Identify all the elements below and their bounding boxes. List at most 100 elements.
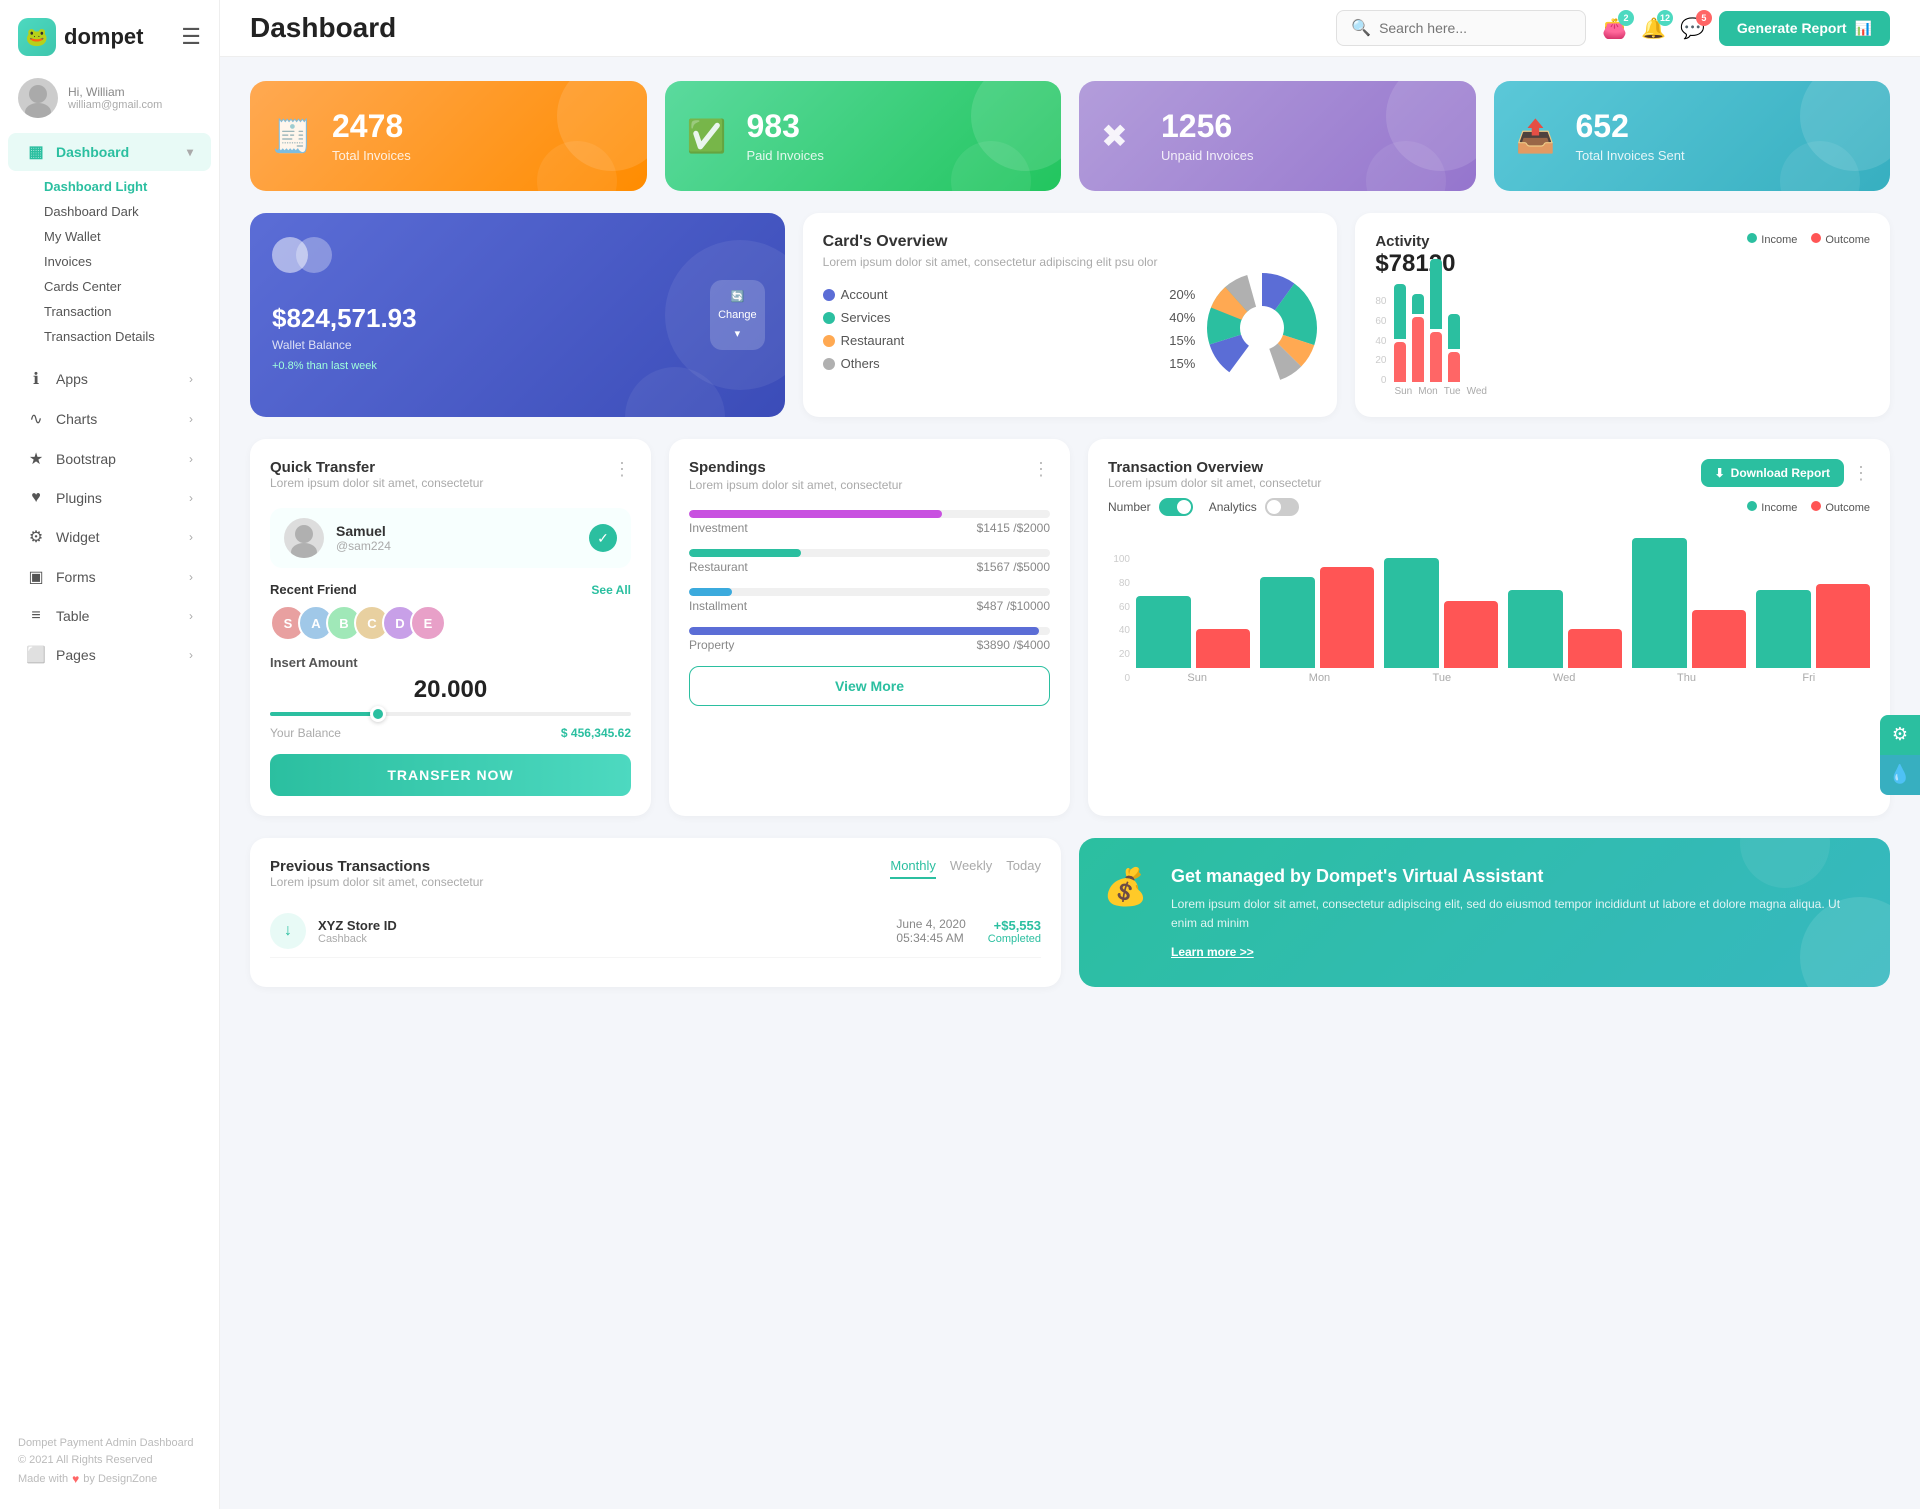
sidebar-item-forms[interactable]: ▣ Forms › [8, 558, 211, 596]
user-email: william@gmail.com [68, 99, 162, 111]
plugins-label: Plugins [56, 490, 102, 506]
topbar: Dashboard 🔍 👛 2 🔔 12 💬 5 Generate Report… [220, 0, 1920, 57]
download-report-button[interactable]: ⬇ Download Report [1701, 459, 1844, 487]
settings-fab-button[interactable]: ⚙ [1880, 715, 1920, 755]
to-bar-thu [1632, 538, 1746, 668]
activity-amount: $78120 [1375, 250, 1455, 278]
submenu-cards-center[interactable]: Cards Center [36, 274, 219, 299]
insert-amount-label: Insert Amount [270, 655, 631, 670]
stat-card-total-sent: 📤 652 Total Invoices Sent [1494, 81, 1891, 191]
sidebar-item-pages[interactable]: ⬜ Pages › [8, 636, 211, 674]
recent-friends-avatars: S A B C D E [270, 605, 631, 641]
prev-row: Previous Transactions Lorem ipsum dolor … [250, 838, 1890, 987]
prev-title: Previous Transactions [270, 858, 483, 875]
generate-report-label: Generate Report [1737, 20, 1847, 36]
tx-status: Completed [988, 933, 1041, 945]
submenu-my-wallet[interactable]: My Wallet [36, 224, 219, 249]
tx-amount: +$5,553 [994, 918, 1041, 933]
apps-icon: ℹ [26, 369, 46, 389]
table-row: ↓ XYZ Store ID Cashback June 4, 2020 05:… [270, 905, 1041, 958]
spending-property: Property $3890 /$4000 [689, 627, 1050, 652]
submenu-dashboard-light[interactable]: Dashboard Light [36, 174, 219, 199]
mc-circle-1 [272, 237, 308, 273]
total-sent-icon: 📤 [1516, 117, 1560, 155]
spending-investment: Investment $1415 /$2000 [689, 510, 1050, 535]
table-arrow: › [189, 609, 193, 623]
bell-icon-btn[interactable]: 🔔 12 [1641, 16, 1666, 41]
tab-weekly[interactable]: Weekly [950, 858, 992, 879]
heart-icon: ♥ [72, 1470, 79, 1489]
va-icon: 💰 [1103, 866, 1153, 908]
va-learn-more-link[interactable]: Learn more >> [1171, 945, 1866, 959]
overview-title: Card's Overview [823, 233, 1318, 251]
sidebar-item-bootstrap[interactable]: ★ Bootstrap › [8, 440, 211, 478]
search-input[interactable] [1379, 20, 1539, 36]
download-icon: ⬇ [1715, 466, 1725, 480]
avatar [18, 78, 58, 118]
sidebar-item-plugins[interactable]: ♥ Plugins › [8, 480, 211, 516]
prev-tab-row: Monthly Weekly Today [890, 858, 1041, 879]
widget-label: Widget [56, 529, 100, 545]
outcome-bar-sun [1394, 342, 1406, 382]
see-all-link[interactable]: See All [591, 583, 631, 597]
outcome-bar-tue [1430, 332, 1442, 382]
generate-report-button[interactable]: Generate Report 📊 [1719, 11, 1890, 46]
number-toggle[interactable] [1159, 498, 1193, 516]
submenu-dashboard-dark[interactable]: Dashboard Dark [36, 199, 219, 224]
outcome-legend-dot [1811, 233, 1821, 243]
quick-transfer-menu[interactable]: ⋮ [613, 459, 631, 480]
to-income-tue [1384, 558, 1439, 668]
outcome-bar-mon [1412, 317, 1424, 382]
bar-group-tue [1430, 259, 1442, 382]
view-more-button[interactable]: View More [689, 666, 1050, 706]
va-desc: Lorem ipsum dolor sit amet, consectetur … [1171, 895, 1866, 933]
to-income-sun [1136, 596, 1191, 668]
sidebar-item-apps[interactable]: ℹ Apps › [8, 360, 211, 398]
cards-overview-card: Card's Overview Lorem ipsum dolor sit am… [803, 213, 1338, 417]
download-label: Download Report [1731, 466, 1830, 480]
sidebar-item-dashboard[interactable]: ▦ Dashboard ▾ [8, 133, 211, 171]
balance-value: $ 456,345.62 [561, 726, 631, 740]
sidebar-item-widget[interactable]: ⚙ Widget › [8, 518, 211, 556]
sidebar: 🐸 dompet ☰ Hi, William william@gmail.com… [0, 0, 220, 1509]
change-button[interactable]: 🔄 Change ▾ [710, 280, 765, 350]
overview-row-account: Account 20% [823, 287, 1196, 302]
paid-invoices-label: Paid Invoices [747, 148, 824, 163]
recent-friends-title: Recent Friend [270, 582, 357, 597]
hamburger-menu[interactable]: ☰ [181, 24, 201, 50]
to-title: Transaction Overview [1108, 459, 1321, 476]
amount-slider[interactable] [270, 712, 631, 716]
to-bar-tue [1384, 558, 1498, 668]
income-bar-mon [1412, 294, 1424, 314]
transfer-now-button[interactable]: TRANSFER NOW [270, 754, 631, 796]
balance-label: Your Balance [270, 726, 341, 740]
bottom-row: Quick Transfer Lorem ipsum dolor sit ame… [250, 439, 1890, 816]
charts-arrow: › [189, 412, 193, 426]
chat-icon-btn[interactable]: 💬 5 [1680, 16, 1705, 41]
wallet-icon-btn[interactable]: 👛 2 [1602, 16, 1627, 41]
spendings-menu[interactable]: ⋮ [1032, 459, 1050, 480]
sidebar-item-table[interactable]: ≡ Table › [8, 598, 211, 634]
search-box[interactable]: 🔍 [1336, 10, 1586, 46]
charts-label: Charts [56, 411, 97, 427]
to-income-dot [1747, 501, 1757, 511]
to-outcome-dot [1811, 501, 1821, 511]
analytics-toggle[interactable] [1265, 498, 1299, 516]
activity-bar-chart [1394, 302, 1870, 382]
tab-today[interactable]: Today [1006, 858, 1041, 879]
submenu-transaction[interactable]: Transaction [36, 299, 219, 324]
activity-x-labels: Sun Mon Tue Wed [1394, 386, 1870, 397]
tab-monthly[interactable]: Monthly [890, 858, 936, 879]
to-menu[interactable]: ⋮ [1852, 463, 1870, 484]
overview-desc: Lorem ipsum dolor sit amet, consectetur … [823, 255, 1318, 269]
forms-icon: ▣ [26, 567, 46, 587]
made-with-text: Made with [18, 1471, 68, 1489]
bar-group-wed [1448, 314, 1460, 382]
analytics-toggle-group: Analytics [1209, 498, 1299, 516]
submenu-invoices[interactable]: Invoices [36, 249, 219, 274]
to-income-wed [1508, 590, 1563, 668]
sidebar-item-charts[interactable]: ∿ Charts › [8, 400, 211, 438]
submenu-transaction-details[interactable]: Transaction Details [36, 324, 219, 349]
bar-chart-icon: 📊 [1855, 20, 1872, 37]
drop-fab-button[interactable]: 💧 [1880, 755, 1920, 795]
